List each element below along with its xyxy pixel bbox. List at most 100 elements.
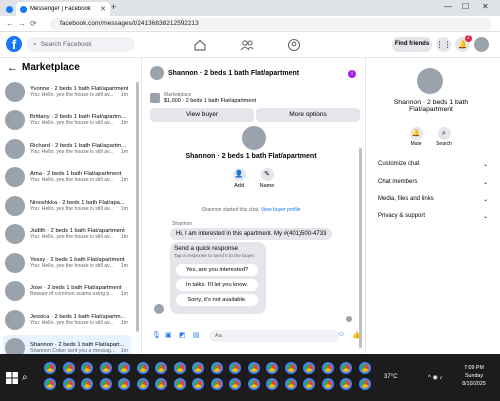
conversation-item[interactable]: Shannon · 2 beds 1 bath Flat/apart... Sha… [3, 334, 131, 354]
url-field[interactable]: facebook.com/messages/t/2413683821259221… [50, 18, 492, 30]
info-icon[interactable]: i [348, 70, 356, 78]
taskbar-browser-icon[interactable] [173, 362, 186, 374]
taskbar-browser-icon[interactable] [340, 378, 352, 390]
taskbar-browser-icon[interactable] [358, 362, 371, 374]
taskbar-browser-icon[interactable] [266, 378, 278, 390]
like-icon[interactable]: 👍 [352, 331, 361, 339]
search-input[interactable]: ⌕ Search Facebook [27, 37, 135, 52]
conversation-time: 1m [120, 262, 128, 269]
listing-card[interactable]: Marketplace $1,000 · 2 beds 1 bath Flat/… [150, 90, 362, 106]
name-action[interactable]: ✎ Name [252, 168, 282, 189]
quick-reply-button[interactable]: Sorry, it's not available. [176, 294, 258, 306]
taskbar-browser-icon[interactable] [247, 362, 260, 374]
reload-icon[interactable]: ⟳ [30, 19, 37, 28]
taskbar-browser-icon[interactable] [192, 362, 204, 374]
back-arrow-icon[interactable]: ← [7, 62, 18, 74]
taskbar-browser-icon[interactable] [173, 378, 186, 390]
taskbar-browser-icon[interactable] [303, 378, 315, 390]
taskbar-browser-icon[interactable] [99, 362, 112, 374]
home-icon[interactable] [193, 38, 207, 52]
search-action[interactable]: ⌕ Search [431, 127, 457, 147]
mute-action[interactable]: 🔔 Mute [403, 127, 429, 147]
taskbar-browser-icon[interactable] [247, 378, 260, 390]
conversation-item[interactable]: Brittany · 2 beds 1 bath Flat/apartm... Y… [3, 107, 131, 134]
conversation-item[interactable]: Judith · 2 beds 1 bath Flat/apartment You… [3, 221, 131, 248]
taskbar-browser-icon[interactable] [118, 362, 130, 374]
message-input[interactable]: Aa [210, 330, 340, 342]
taskbar-browser-icon[interactable] [340, 362, 352, 374]
facebook-logo-icon[interactable]: f [6, 36, 22, 52]
taskbar-browser-icon[interactable] [155, 362, 167, 374]
taskbar-browser-icon[interactable] [44, 362, 56, 374]
taskbar-browser-icon[interactable] [118, 378, 130, 390]
conversation-time: 1m [120, 205, 128, 212]
more-options-button[interactable]: More options [256, 108, 360, 122]
forward-icon[interactable]: → [18, 19, 26, 28]
taskbar-browser-icon[interactable] [358, 378, 371, 390]
microphone-icon[interactable]: 🎙 [152, 331, 161, 339]
conversation-preview: You: Hello, yes the house is still av... [30, 262, 114, 269]
privacy-support-row[interactable]: Privacy & support ⌄ [378, 213, 488, 220]
taskbar-browser-icon[interactable] [62, 362, 75, 374]
conversation-item[interactable]: Jessica · 2 beds 1 bath Flat/apartm... Yo… [3, 306, 131, 333]
close-tab-icon[interactable]: ✕ [100, 5, 106, 13]
taskbar-browser-icon[interactable] [266, 362, 278, 374]
taskbar-browser-icon[interactable] [321, 378, 334, 390]
customize-chat-row[interactable]: Customize chat ⌄ [378, 161, 488, 168]
browser-tab-inactive[interactable] [2, 2, 14, 16]
scrollbar[interactable] [136, 82, 139, 332]
taskbar-browser-icon[interactable] [81, 378, 93, 390]
groups-icon[interactable] [287, 38, 301, 52]
conversation-item[interactable]: Yvonne · 2 beds 1 bath Flat/apartment You… [3, 78, 131, 105]
find-friends-button[interactable]: Find friends [392, 37, 432, 52]
taskbar-browser-icon[interactable] [62, 378, 75, 390]
taskbar-browser-icon[interactable] [136, 362, 149, 374]
sticker-icon[interactable]: ◩ [179, 331, 186, 339]
add-action[interactable]: 👤 Add [224, 168, 254, 189]
chat-members-row[interactable]: Chat members ⌄ [378, 179, 488, 186]
taskbar-browser-icon[interactable] [321, 362, 334, 374]
conversation-item[interactable]: Yessy · 2 beds 1 bath Flat/apartment You:… [3, 249, 131, 276]
windows-start-icon[interactable] [6, 372, 18, 384]
back-icon[interactable]: ← [6, 19, 14, 28]
taskbar-browser-icon[interactable] [303, 362, 315, 374]
profile-avatar[interactable] [474, 37, 489, 52]
taskbar-clock[interactable]: 7:09 PM Sunday 8/10/2025 [456, 364, 492, 388]
chat-header[interactable]: Shannon · 2 beds 1 bath Flat/apartment [146, 58, 366, 88]
taskbar-browser-icon[interactable] [99, 378, 112, 390]
taskbar-browser-icon[interactable] [44, 378, 56, 390]
conversation-item[interactable]: Ninoshkka · 2 beds 1 bath Flat/apa... You… [3, 192, 131, 219]
taskbar-browser-icon[interactable] [210, 378, 223, 390]
quick-reply-button[interactable]: Yes, are you interested? [176, 264, 258, 276]
new-tab-button[interactable]: + [111, 2, 116, 12]
taskbar-browser-icon[interactable] [284, 362, 297, 374]
media-files-row[interactable]: Media, files and links ⌄ [378, 196, 488, 203]
taskbar-search-icon[interactable]: ⌕ [22, 372, 28, 383]
minimize-icon[interactable]: — [444, 2, 452, 11]
taskbar-browser-icon[interactable] [210, 362, 223, 374]
conversation-item[interactable]: Richard · 2 beds 1 bath Flat/apartm... Yo… [3, 135, 131, 162]
taskbar-browser-icon[interactable] [192, 378, 204, 390]
chat-scrollbar[interactable] [359, 148, 362, 348]
taskbar-browser-icon[interactable] [155, 378, 167, 390]
conversation-item[interactable]: Jose · 2 beds 1 bath Flat/apartment Bewar… [3, 278, 131, 305]
friends-icon[interactable] [240, 38, 254, 52]
close-window-icon[interactable]: ✕ [482, 2, 489, 11]
view-buyer-button[interactable]: View buyer [150, 108, 254, 122]
browser-tab-active[interactable]: Messenger | Facebook ✕ [16, 2, 110, 16]
gif-icon[interactable]: ▤ [193, 331, 200, 339]
maximize-icon[interactable]: ☐ [462, 2, 469, 11]
system-tray-icons[interactable]: ^ ◉ ♪ [428, 374, 442, 381]
image-icon[interactable]: ▣ [165, 331, 172, 339]
menu-grid-icon[interactable]: ⋮⋮ [436, 37, 452, 52]
weather-temperature[interactable]: 37°C [384, 374, 397, 380]
emoji-icon[interactable]: ☺ [338, 331, 345, 338]
taskbar-browser-icon[interactable] [284, 378, 297, 390]
taskbar-browser-icon[interactable] [136, 378, 149, 390]
taskbar-browser-icon[interactable] [81, 362, 93, 374]
conversation-item[interactable]: Ama · 2 beds 1 bath Flat/apartment You: H… [3, 164, 131, 191]
taskbar-browser-icon[interactable] [229, 362, 241, 374]
view-buyer-profile-link[interactable]: View buyer profile [261, 207, 301, 213]
quick-reply-button[interactable]: In talks. I'll let you know. [176, 279, 258, 291]
taskbar-browser-icon[interactable] [229, 378, 241, 390]
